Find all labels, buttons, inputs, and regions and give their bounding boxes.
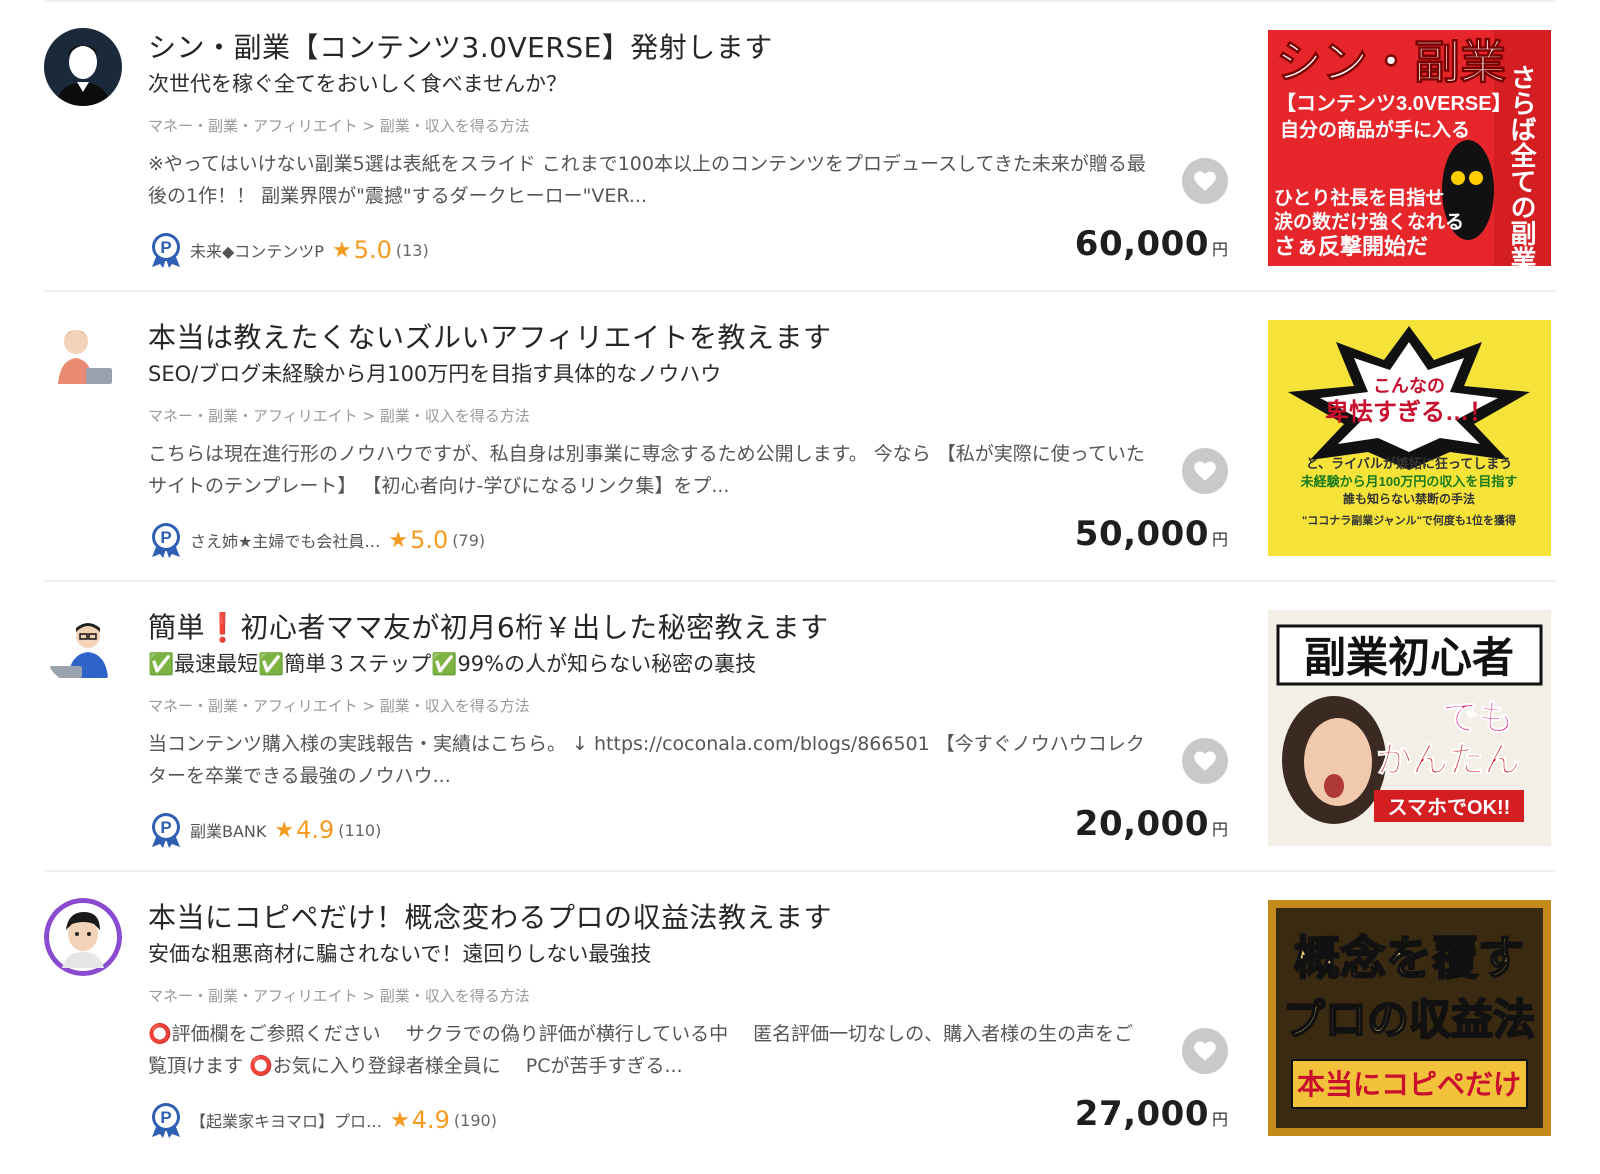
review-count: (79) (452, 530, 486, 550)
listing-description: ※やってはいけない副業5選は表紙をスライド これまで100本以上のコンテンツをプ… (148, 153, 1146, 207)
svg-text:P: P (160, 1108, 171, 1127)
listing-item[interactable]: 簡単❗️初心者ママ友が初月6桁￥出した秘密教えます ✅最速最短✅簡単３ステップ✅… (44, 580, 1556, 871)
thumb-text: 未経験から月100万円の収入を目指す (1300, 474, 1518, 489)
star-icon: ★ (274, 817, 295, 843)
review-count: (13) (395, 240, 429, 260)
seller-avatar[interactable] (44, 898, 122, 976)
rating-value: 5.0 (353, 236, 392, 264)
pro-badge-icon: P (148, 1101, 184, 1139)
seller-info[interactable]: P 副業BANK ★ 4.9 (110) (148, 810, 381, 850)
thumb-text: 本当にコピペだけ (1297, 1069, 1521, 1100)
review-count: (110) (338, 820, 382, 840)
thumb-text: 【コンテンツ3.0VERSE】 (1276, 92, 1512, 115)
thumb-text: ひとり社長を目指せ (1274, 186, 1444, 209)
listing-subtitle: SEO/ブログ未経験から月100万円を目指す具体的なノウハウ (148, 362, 722, 386)
listing-thumbnail[interactable]: シン・副業 【コンテンツ3.0VERSE】 自分の商品が手に入る ひとり社長を目… (1268, 30, 1551, 266)
listing-thumbnail[interactable]: 概念を覆す プロの収益法 本当にコピペだけ (1268, 900, 1551, 1136)
listing-category[interactable]: マネー・副業・アフィリエイト > 副業・収入を得る方法 (148, 695, 530, 716)
seller-name[interactable]: 【起業家キヨマロ】プロ… (190, 1108, 382, 1132)
thumb-text: スマホでOK!! (1388, 797, 1511, 819)
listing-title[interactable]: 簡単❗️初心者ママ友が初月6桁￥出した秘密教えます (148, 606, 1208, 646)
thumb-text: こんなの (1373, 376, 1445, 396)
listing-subtitle: 安価な粗悪商材に騙されないで！遠回りしない最強技 (148, 942, 652, 966)
listing-subtitle: 次世代を稼ぐ全てをおいしく食べませんか？ (148, 72, 567, 96)
listing-price: 27,000 円 (1075, 1094, 1228, 1134)
price-value: 20,000 (1074, 804, 1209, 844)
heart-icon (1194, 1041, 1216, 1061)
pro-badge-icon: P (148, 521, 184, 559)
rating-value: 4.9 (411, 1106, 450, 1134)
heart-icon (1194, 461, 1216, 481)
seller-info[interactable]: P さえ姉★主婦でも会社員… ★ 5.0 (79) (148, 520, 485, 560)
listing-thumbnail[interactable]: 副業初心者 でも かんたん スマホでOK!! (1268, 610, 1551, 846)
thumb-text: 誰も知らない禁断の手法 (1343, 491, 1475, 506)
svg-text:P: P (160, 238, 171, 257)
thumb-text: 副業初心者 (1304, 634, 1514, 681)
seller-name[interactable]: 未来◆コンテンツP (190, 238, 324, 262)
thumb-text: さぁ反撃開始だ (1274, 234, 1428, 259)
svg-text:P: P (160, 818, 171, 837)
price-currency: 円 (1211, 1110, 1228, 1129)
seller-info[interactable]: P 未来◆コンテンツP ★ 5.0 (13) (148, 230, 429, 270)
thumb-text: シン・副業 (1276, 36, 1506, 88)
listing-description: ⭕評価欄をご参照ください サクラでの偽り評価が横行している中 匿名評価一切なしの… (148, 1023, 1134, 1077)
pro-badge-icon: P (148, 811, 184, 849)
rating-value: 4.9 (296, 816, 335, 844)
thumb-text: 涙の数だけ強くなれる (1274, 210, 1464, 233)
favorite-button[interactable] (1182, 738, 1228, 784)
listing-title[interactable]: 本当にコピペだけ！概念変わるプロの収益法教えます (148, 896, 1208, 936)
favorite-button[interactable] (1182, 1028, 1228, 1074)
review-count: (190) (453, 1110, 497, 1130)
listing-category[interactable]: マネー・副業・アフィリエイト > 副業・収入を得る方法 (148, 985, 530, 1006)
listing-price: 60,000 円 (1075, 224, 1228, 264)
favorite-button[interactable] (1182, 448, 1228, 494)
listing-description: こちらは現在進行形のノウハウですが、私自身は別事業に専念するため公開します。 今… (148, 443, 1145, 497)
listing-price: 50,000 円 (1075, 514, 1228, 554)
listing-subtitle: ✅最速最短✅簡単３ステップ✅99%の人が知らない秘密の裏技 (148, 652, 757, 676)
thumb-text: 自分の商品が手に入る (1280, 118, 1470, 141)
price-currency: 円 (1211, 240, 1228, 259)
price-currency: 円 (1211, 820, 1228, 839)
thumb-text: と、ライバルが嫉妬に狂ってしまう (1306, 456, 1513, 471)
thumb-text: さらば全ての副業 (1507, 64, 1537, 266)
heart-icon (1194, 751, 1216, 771)
listing-thumbnail[interactable]: こんなの 卑怯すぎる…！ と、ライバルが嫉妬に狂ってしまう 未経験から月100万… (1268, 320, 1551, 556)
price-value: 50,000 (1074, 514, 1209, 554)
svg-text:P: P (160, 528, 171, 547)
thumb-text: 概念を覆す (1294, 932, 1524, 984)
thumb-text: でも (1442, 697, 1514, 738)
pro-badge-icon: P (148, 231, 184, 269)
listing-item[interactable]: 本当にコピペだけ！概念変わるプロの収益法教えます 安価な粗悪商材に騙されないで！… (44, 870, 1556, 1161)
price-value: 60,000 (1074, 224, 1209, 264)
seller-name[interactable]: 副業BANK (190, 818, 266, 842)
price-currency: 円 (1211, 530, 1228, 549)
seller-info[interactable]: P 【起業家キヨマロ】プロ… ★ 4.9 (190) (148, 1100, 497, 1140)
listing-list: シン・副業【コンテンツ3.0VERSE】発射します 次世代を稼ぐ全てをおいしく食… (0, 0, 1600, 1174)
listing-category[interactable]: マネー・副業・アフィリエイト > 副業・収入を得る方法 (148, 405, 530, 426)
seller-avatar[interactable] (44, 608, 122, 686)
listing-item[interactable]: シン・副業【コンテンツ3.0VERSE】発射します 次世代を稼ぐ全てをおいしく食… (44, 0, 1556, 291)
listing-title[interactable]: 本当は教えたくないズルいアフィリエイトを教えます (148, 316, 1208, 356)
seller-avatar[interactable] (44, 28, 122, 106)
listing-price: 20,000 円 (1075, 804, 1228, 844)
listing-description: 当コンテンツ購入様の実践報告・実績はこちら。 ↓ https://coconal… (148, 733, 1145, 787)
star-icon: ★ (388, 527, 409, 553)
listing-category[interactable]: マネー・副業・アフィリエイト > 副業・収入を得る方法 (148, 115, 530, 136)
thumb-text: かんたん (1376, 739, 1520, 780)
rating-value: 5.0 (410, 526, 449, 554)
seller-avatar[interactable] (44, 318, 122, 396)
seller-name[interactable]: さえ姉★主婦でも会社員… (190, 528, 380, 552)
star-icon: ★ (331, 237, 352, 263)
thumb-text: "ココナラ副業ジャンル"で何度も1位を獲得 (1302, 513, 1516, 527)
thumb-text: プロの収益法 (1283, 996, 1535, 1043)
heart-icon (1194, 171, 1216, 191)
listing-item[interactable]: 本当は教えたくないズルいアフィリエイトを教えます SEO/ブログ未経験から月10… (44, 290, 1556, 581)
listing-title[interactable]: シン・副業【コンテンツ3.0VERSE】発射します (148, 26, 1208, 66)
thumb-text: 卑怯すぎる…！ (1325, 398, 1493, 426)
star-icon: ★ (390, 1107, 410, 1133)
price-value: 27,000 (1074, 1094, 1209, 1134)
favorite-button[interactable] (1182, 158, 1228, 204)
